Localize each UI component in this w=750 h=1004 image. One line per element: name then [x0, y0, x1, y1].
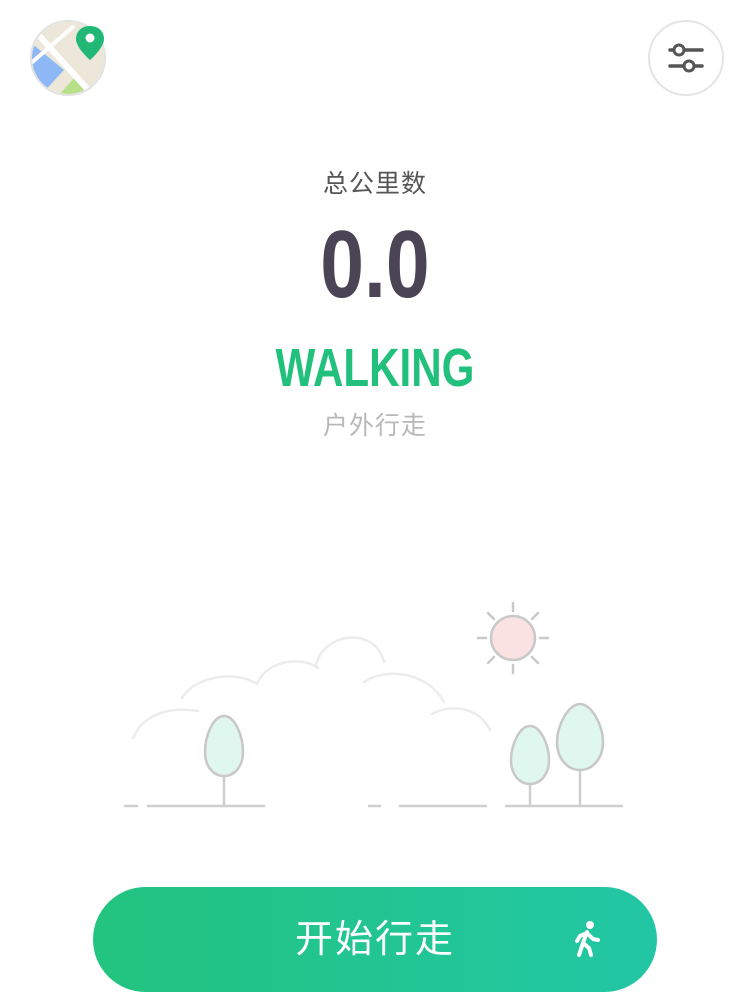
- map-pin-icon: [30, 20, 106, 96]
- total-distance-value: 0.0: [320, 211, 430, 318]
- sliders-icon: [668, 43, 704, 73]
- settings-button[interactable]: [648, 20, 724, 96]
- outdoor-scene-illustration: [123, 601, 624, 808]
- mode-title: WALKING: [275, 338, 475, 398]
- tree-icon: [509, 724, 551, 806]
- total-distance-label: 总公里数: [322, 169, 427, 198]
- cloud-icon: [131, 636, 492, 740]
- start-walking-button[interactable]: 开始行走: [93, 887, 657, 992]
- map-button[interactable]: [30, 20, 106, 96]
- walking-person-icon: [575, 921, 600, 957]
- tree-icon: [203, 714, 245, 806]
- mode-subtitle: 户外行走: [322, 411, 427, 440]
- tree-icon: [555, 702, 605, 806]
- sun-icon: [476, 601, 550, 675]
